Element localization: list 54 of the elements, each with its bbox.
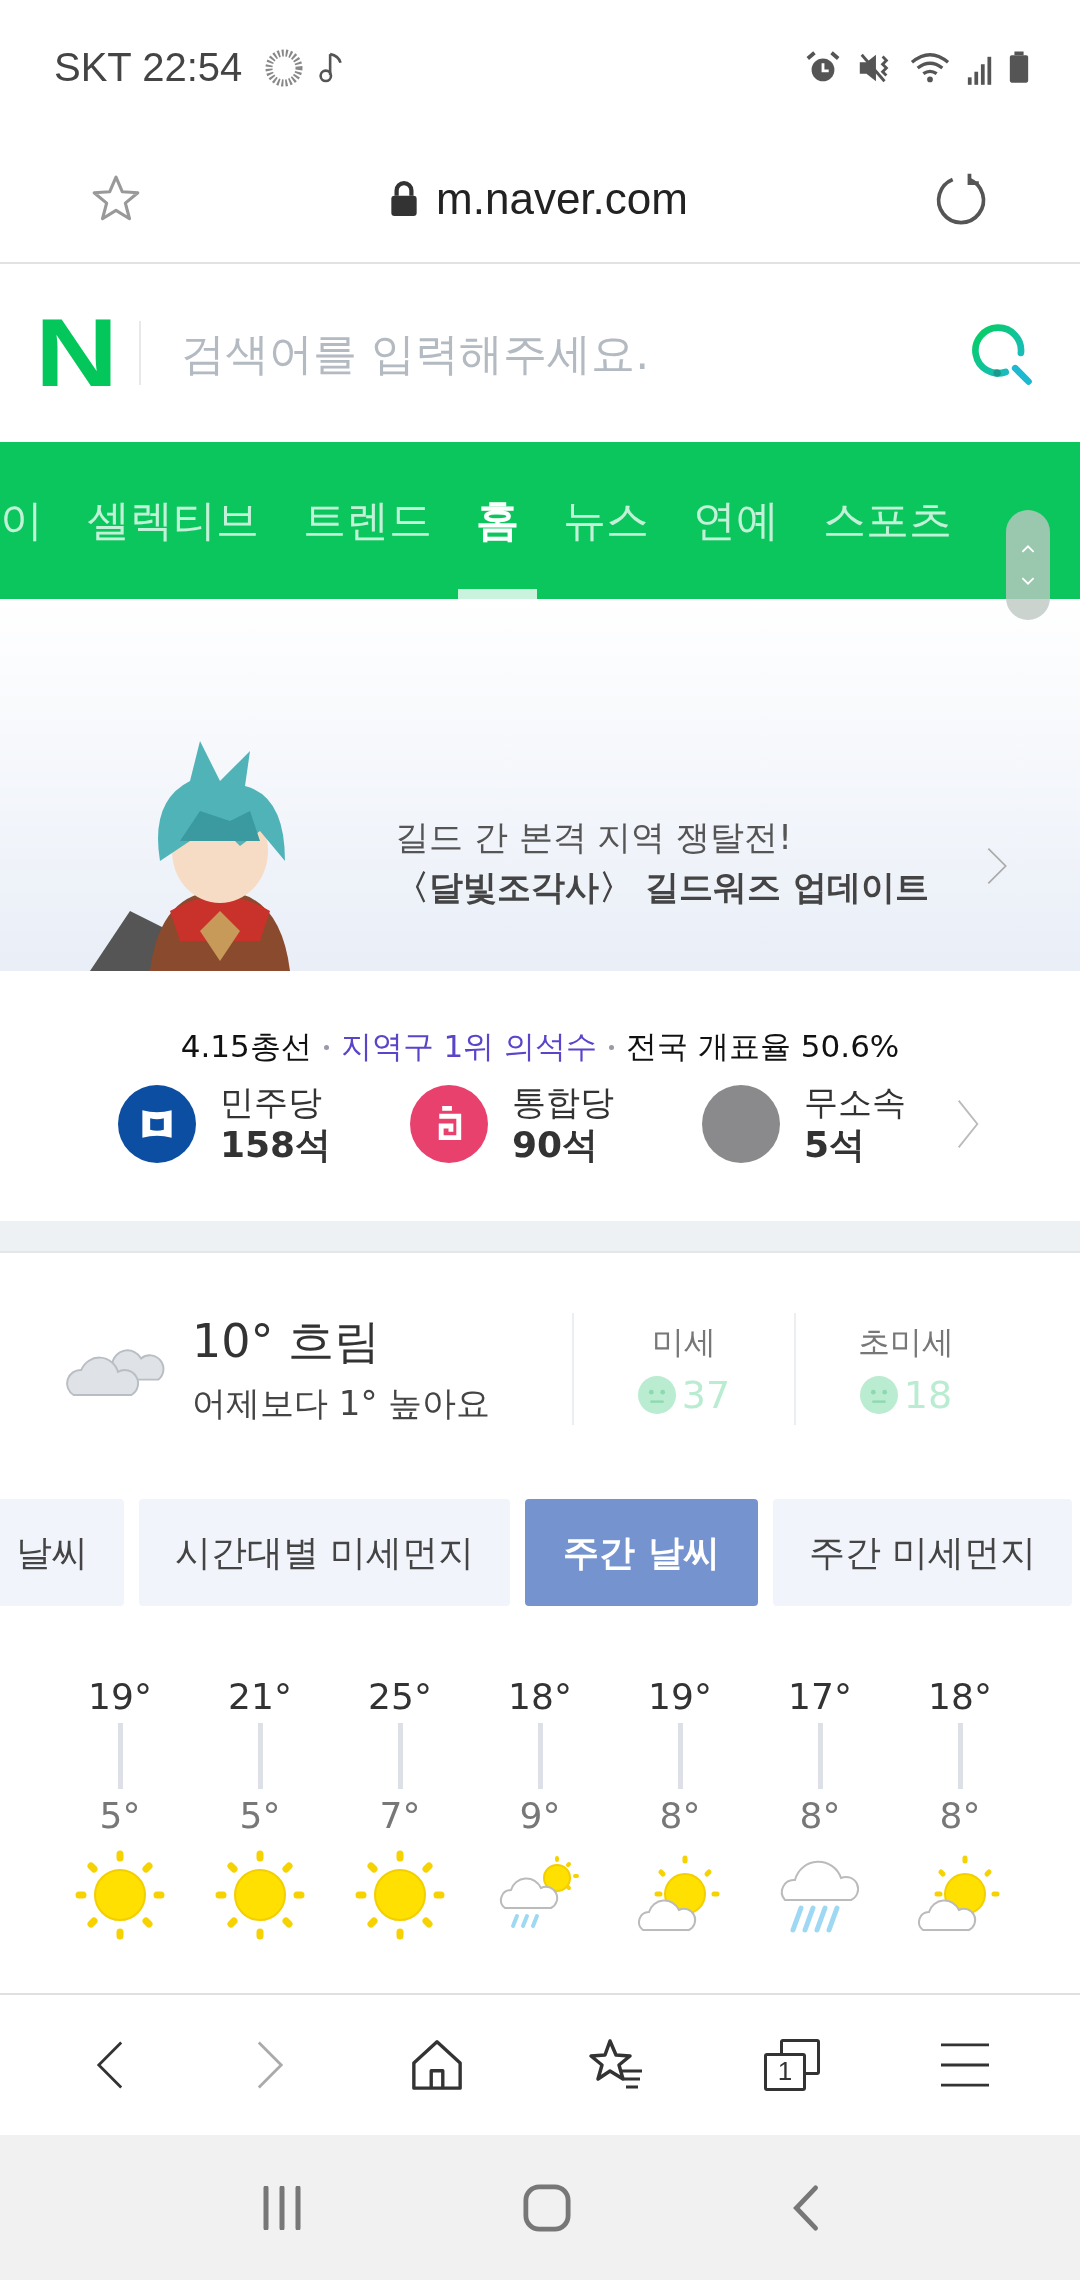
weather-tab[interactable]: 주간 미세먼지 xyxy=(773,1499,1073,1606)
dust-value: 37 xyxy=(681,1373,731,1417)
temperature-comparison: 어제보다 1° 높아요 xyxy=(192,1382,492,1425)
weather-tab[interactable]: 시간대별 미세먼지 xyxy=(139,1499,511,1606)
sun-icon xyxy=(75,1850,165,1940)
banner-headline: 길드 간 본격 지역 쟁탈전! xyxy=(395,816,793,859)
scroll-handle[interactable] xyxy=(1006,510,1050,620)
high-temperature: 21° xyxy=(228,1676,292,1717)
naver-logo[interactable]: N xyxy=(35,305,119,401)
low-temperature: 8° xyxy=(939,1795,981,1836)
nav-tab[interactable]: 뉴스 xyxy=(563,442,649,599)
nav-tab[interactable]: 연예 xyxy=(693,442,779,599)
dust-label: 미세 xyxy=(652,1322,716,1363)
separator-dot xyxy=(609,1044,615,1050)
low-temperature: 5° xyxy=(239,1795,281,1836)
weather-tab[interactable]: 날씨 xyxy=(0,1499,124,1606)
seat-count: 158석 xyxy=(220,1122,332,1166)
high-temperature: 17° xyxy=(788,1676,852,1717)
low-temperature: 9° xyxy=(519,1795,561,1836)
seat-count: 90석 xyxy=(512,1122,600,1166)
nav-tab[interactable]: 트렌드 xyxy=(303,442,432,599)
low-temperature: 7° xyxy=(379,1795,421,1836)
banner-title: 〈달빛조각사〉 길드워즈 업데이트 xyxy=(395,866,929,909)
nav-tab[interactable]: 셀렉티브 xyxy=(87,442,259,599)
party-name: 무소속 xyxy=(804,1082,906,1123)
loading-icon xyxy=(264,47,305,88)
home-icon[interactable] xyxy=(410,2038,464,2092)
sun-icon xyxy=(355,1850,445,1940)
high-temperature: 19° xyxy=(88,1676,152,1717)
high-temperature: 18° xyxy=(508,1676,572,1717)
search-field[interactable]: 검색어를 입력해주세요. xyxy=(179,326,962,380)
party-name: 민주당 xyxy=(220,1082,323,1123)
dust-label: 초미세 xyxy=(858,1322,954,1363)
weather-tab[interactable]: 주간 날씨 xyxy=(525,1499,758,1606)
low-temperature: 8° xyxy=(659,1795,701,1836)
carrier-time: SKT 22:54 xyxy=(54,45,243,90)
turnout-text: 전국 개표율 50.6% xyxy=(626,1027,900,1066)
seat-count: 5석 xyxy=(804,1122,867,1166)
separator-dot xyxy=(323,1044,329,1050)
party-name: 통합당 xyxy=(512,1082,614,1123)
high-temperature: 18° xyxy=(928,1676,992,1717)
high-temperature: 19° xyxy=(648,1676,712,1717)
menu-icon[interactable] xyxy=(940,2041,990,2089)
nav-tab[interactable]: 스포츠 xyxy=(823,442,952,599)
low-temperature: 8° xyxy=(799,1795,841,1836)
nav-tab[interactable]: 이 xyxy=(0,442,43,599)
high-temperature: 25° xyxy=(368,1676,432,1717)
election-title: 4.15총선 xyxy=(180,1027,312,1066)
low-temperature: 5° xyxy=(99,1795,141,1836)
url-text[interactable]: m.naver.com xyxy=(436,173,688,224)
election-subtitle[interactable]: 지역구 1위 의석수 xyxy=(340,1026,598,1068)
sun-icon xyxy=(215,1850,305,1940)
current-temperature: 10° 흐림 xyxy=(192,1313,382,1370)
dust-value: 18 xyxy=(903,1373,953,1417)
